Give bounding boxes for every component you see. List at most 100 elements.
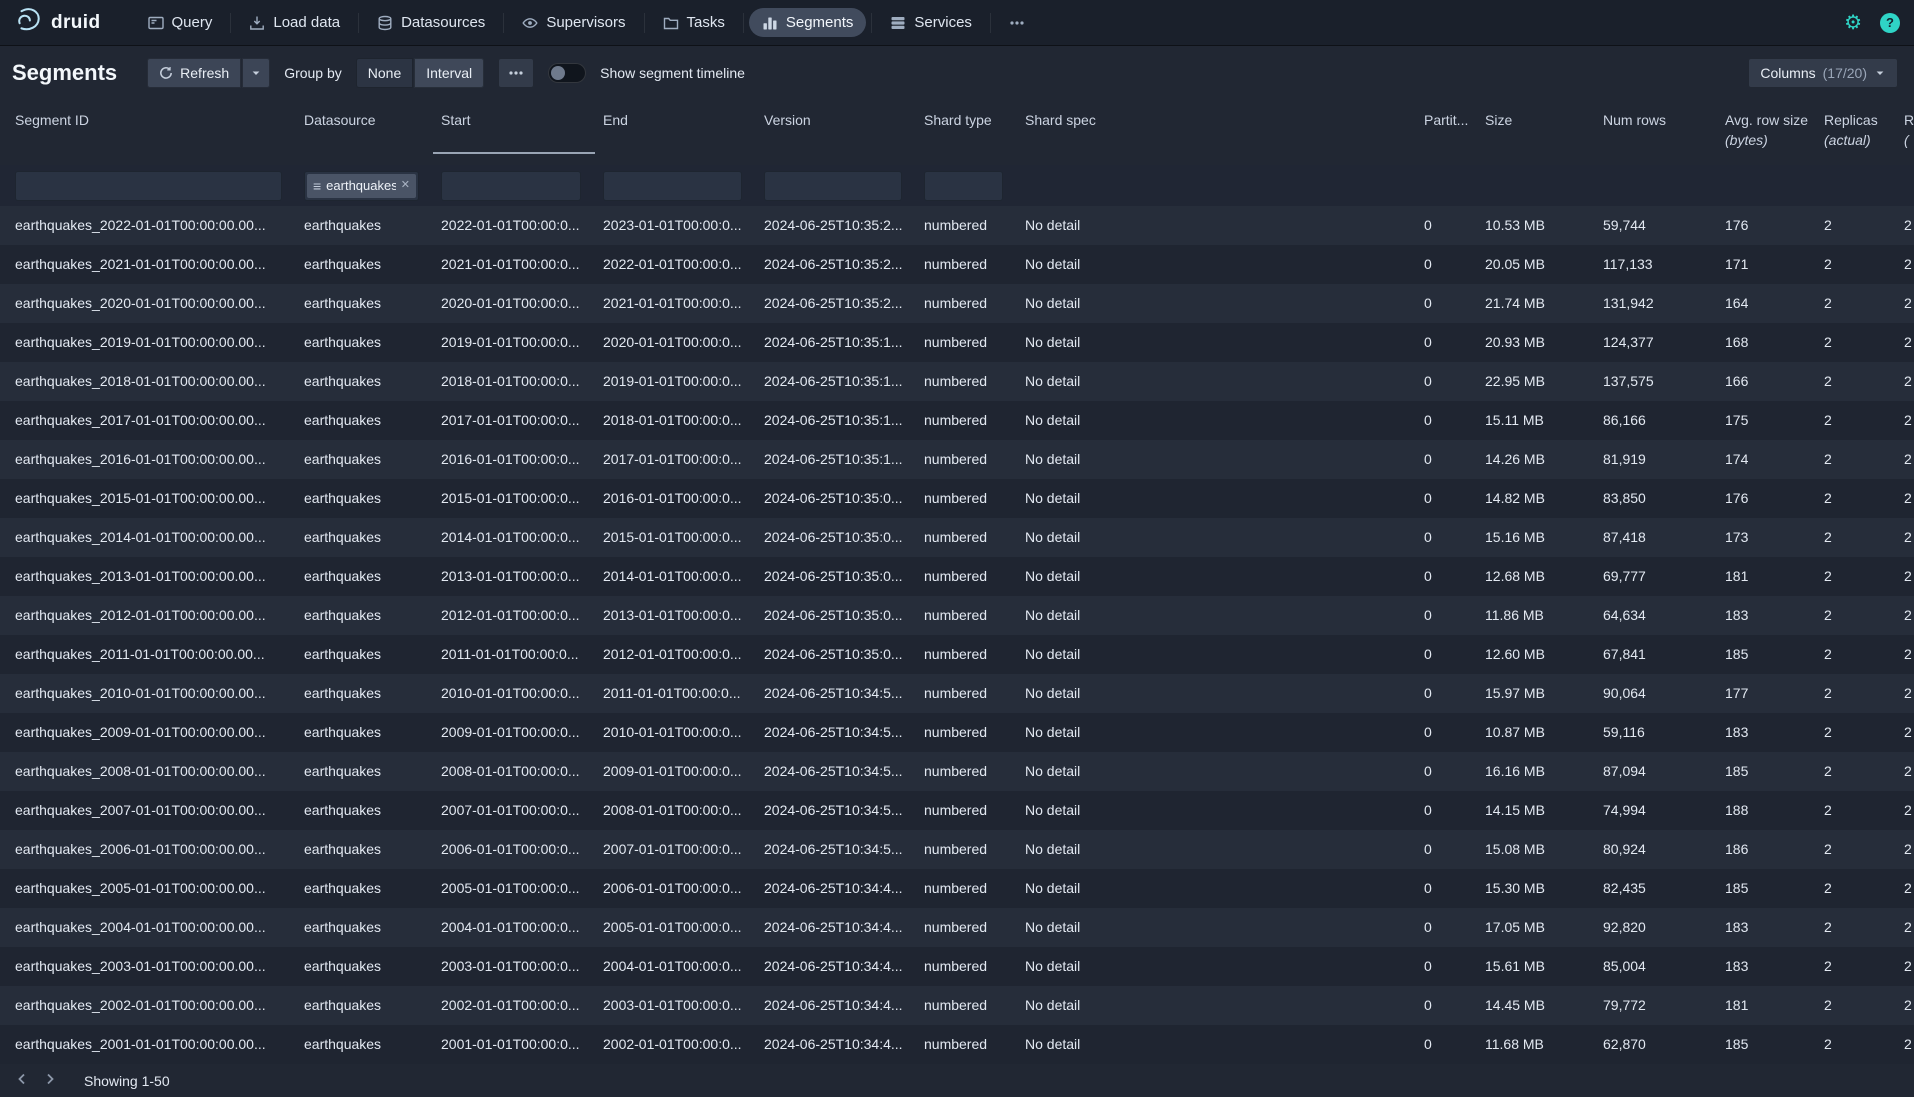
cell-segment_id: earthquakes_2010-01-01T00:00:00.00... <box>0 674 296 713</box>
filter-input-shard_type[interactable] <box>924 171 1003 201</box>
table-row[interactable]: earthquakes_2009-01-01T00:00:00.00...ear… <box>0 713 1914 752</box>
refresh-dropdown-button[interactable] <box>242 58 270 88</box>
table-row[interactable]: earthquakes_2012-01-01T00:00:00.00...ear… <box>0 596 1914 635</box>
filter-input-segment_id[interactable] <box>15 171 282 201</box>
column-header-avg_row_size[interactable]: Avg. row size(bytes) <box>1717 112 1816 154</box>
refresh-button-group: Refresh <box>147 58 270 88</box>
cell-version: 2024-06-25T10:34:4... <box>756 1025 916 1064</box>
nav-item-tasks[interactable]: Tasks <box>650 8 738 37</box>
cell-shard_spec: No detail <box>1017 440 1416 479</box>
table-row[interactable]: earthquakes_2011-01-01T00:00:00.00...ear… <box>0 635 1914 674</box>
druid-logo[interactable]: druid <box>14 7 101 38</box>
cell-shard_type: numbered <box>916 908 1017 947</box>
refresh-icon <box>159 66 173 80</box>
column-header-start[interactable]: Start <box>433 112 595 154</box>
nav-item-load-data[interactable]: Load data <box>236 8 353 37</box>
gear-icon[interactable]: ⚙ <box>1844 13 1862 33</box>
table-row[interactable]: earthquakes_2020-01-01T00:00:00.00...ear… <box>0 284 1914 323</box>
table-row[interactable]: earthquakes_2015-01-01T00:00:00.00...ear… <box>0 479 1914 518</box>
table-row[interactable]: earthquakes_2021-01-01T00:00:00.00...ear… <box>0 245 1914 284</box>
cell-version: 2024-06-25T10:34:5... <box>756 830 916 869</box>
cell-replication: 2 <box>1896 401 1914 440</box>
columns-button[interactable]: Columns (17/20) <box>1748 58 1898 88</box>
column-header-size[interactable]: Size <box>1477 112 1595 154</box>
filter-input-end[interactable] <box>603 171 742 201</box>
help-icon[interactable]: ? <box>1880 13 1900 33</box>
column-label: Partit... <box>1424 112 1477 128</box>
table-row[interactable]: earthquakes_2005-01-01T00:00:00.00...ear… <box>0 869 1914 908</box>
table-row[interactable]: earthquakes_2001-01-01T00:00:00.00...ear… <box>0 1025 1914 1064</box>
brand-name: druid <box>51 12 101 34</box>
cell-num_rows: 74,994 <box>1595 791 1717 830</box>
previous-page-button[interactable] <box>8 1067 36 1095</box>
cell-start: 2001-01-01T00:00:0... <box>433 1025 595 1064</box>
table-row[interactable]: earthquakes_2003-01-01T00:00:00.00...ear… <box>0 947 1914 986</box>
nav-item-query[interactable]: Query <box>135 8 226 37</box>
cell-shard_type: numbered <box>916 596 1017 635</box>
filter-tag-remove-icon[interactable]: ✕ <box>401 180 410 191</box>
cell-end: 2014-01-01T00:00:0... <box>595 557 756 596</box>
nav-item-segments[interactable]: Segments <box>749 8 867 37</box>
column-header-segment_id[interactable]: Segment ID <box>0 112 296 154</box>
cell-size: 20.93 MB <box>1477 323 1595 362</box>
cell-version: 2024-06-25T10:34:4... <box>756 947 916 986</box>
column-header-end[interactable]: End <box>595 112 756 154</box>
table-row[interactable]: earthquakes_2018-01-01T00:00:00.00...ear… <box>0 362 1914 401</box>
table-row[interactable]: earthquakes_2014-01-01T00:00:00.00...ear… <box>0 518 1914 557</box>
cell-end: 2002-01-01T00:00:0... <box>595 1025 756 1064</box>
refresh-label: Refresh <box>180 65 229 81</box>
column-header-partition[interactable]: Partit... <box>1416 112 1477 154</box>
cell-replication: 2 <box>1896 947 1914 986</box>
column-header-replicas[interactable]: Replicas(actual) <box>1816 112 1896 154</box>
table-row[interactable]: earthquakes_2010-01-01T00:00:00.00...ear… <box>0 674 1914 713</box>
nav-item-datasources[interactable]: Datasources <box>364 8 498 37</box>
segment-timeline-toggle[interactable] <box>548 63 586 83</box>
table-row[interactable]: earthquakes_2013-01-01T00:00:00.00...ear… <box>0 557 1914 596</box>
table-row[interactable]: earthquakes_2006-01-01T00:00:00.00...ear… <box>0 830 1914 869</box>
nav-item-supervisors[interactable]: Supervisors <box>509 8 638 37</box>
nav-item-services[interactable]: Services <box>877 8 985 37</box>
table-row[interactable]: earthquakes_2019-01-01T00:00:00.00...ear… <box>0 323 1914 362</box>
cell-shard_type: numbered <box>916 323 1017 362</box>
filter-input-version[interactable] <box>764 171 902 201</box>
refresh-button[interactable]: Refresh <box>147 58 241 88</box>
cell-shard_spec: No detail <box>1017 869 1416 908</box>
cell-avg_row_size: 181 <box>1717 557 1816 596</box>
cell-end: 2011-01-01T00:00:0... <box>595 674 756 713</box>
column-header-shard_type[interactable]: Shard type <box>916 112 1017 154</box>
nav-item-label: Query <box>172 14 213 31</box>
table-row[interactable]: earthquakes_2016-01-01T00:00:00.00...ear… <box>0 440 1914 479</box>
table-row[interactable]: earthquakes_2022-01-01T00:00:00.00...ear… <box>0 206 1914 245</box>
table-row[interactable]: earthquakes_2017-01-01T00:00:00.00...ear… <box>0 401 1914 440</box>
column-header-replication[interactable]: Re( <box>1896 112 1914 154</box>
table-row[interactable]: earthquakes_2002-01-01T00:00:00.00...ear… <box>0 986 1914 1025</box>
column-header-shard_spec[interactable]: Shard spec <box>1017 112 1416 154</box>
table-row[interactable]: earthquakes_2007-01-01T00:00:00.00...ear… <box>0 791 1914 830</box>
nav-item-more[interactable] <box>996 9 1038 37</box>
cell-partition: 0 <box>1416 440 1477 479</box>
caret-down-icon <box>250 67 262 79</box>
cell-shard_spec: No detail <box>1017 830 1416 869</box>
cell-start: 2011-01-01T00:00:0... <box>433 635 595 674</box>
column-header-version[interactable]: Version <box>756 112 916 154</box>
more-options-button[interactable] <box>498 58 534 88</box>
chevron-right-icon <box>42 1071 58 1090</box>
datasources-icon <box>377 15 393 31</box>
cell-size: 12.60 MB <box>1477 635 1595 674</box>
cell-replicas: 2 <box>1816 596 1896 635</box>
filter-list-icon: ≡ <box>313 179 321 193</box>
cell-segment_id: earthquakes_2009-01-01T00:00:00.00... <box>0 713 296 752</box>
filter-input-datasource[interactable]: ≡earthquakes✕ <box>304 171 419 201</box>
group-by-none-button[interactable]: None <box>356 58 413 88</box>
next-page-button[interactable] <box>36 1067 64 1095</box>
table-row[interactable]: earthquakes_2004-01-01T00:00:00.00...ear… <box>0 908 1914 947</box>
nav-item-label: Tasks <box>687 14 725 31</box>
cell-shard_type: numbered <box>916 245 1017 284</box>
filter-input-start[interactable] <box>441 171 581 201</box>
group-by-interval-button[interactable]: Interval <box>414 58 484 88</box>
chevron-left-icon <box>14 1071 30 1090</box>
column-header-datasource[interactable]: Datasource <box>296 112 433 154</box>
column-header-num_rows[interactable]: Num rows <box>1595 112 1717 154</box>
segments-table: Segment IDDatasourceStartEndVersionShard… <box>0 99 1914 1064</box>
table-row[interactable]: earthquakes_2008-01-01T00:00:00.00...ear… <box>0 752 1914 791</box>
